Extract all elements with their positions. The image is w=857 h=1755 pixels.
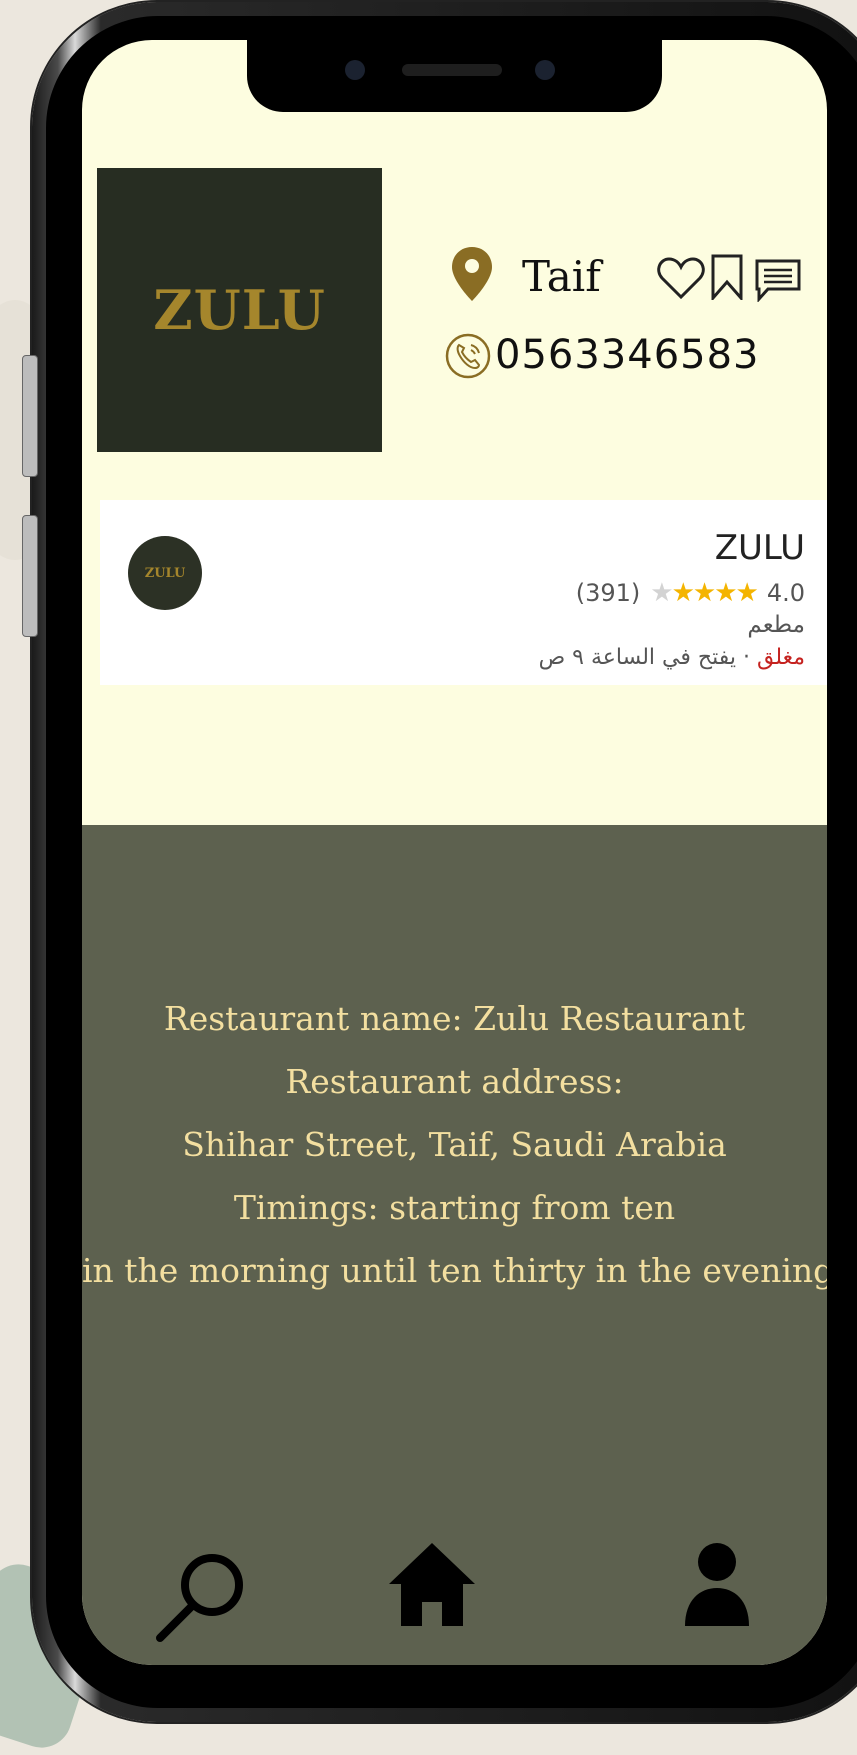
comment-icon[interactable] <box>754 258 802 302</box>
search-icon[interactable] <box>154 1545 254 1645</box>
place-name: ZULU <box>714 528 805 568</box>
side-button <box>22 515 38 637</box>
heart-icon[interactable] <box>656 256 706 300</box>
info-address-label: Restaurant address: <box>285 1062 624 1101</box>
speaker-grille <box>402 64 502 76</box>
info-text-block: Restaurant name: Zulu Restaurant Restaur… <box>82 987 827 1302</box>
home-icon[interactable] <box>387 1540 477 1630</box>
city-label: Taif <box>522 252 601 301</box>
star-empty-icon: ★ <box>650 578 673 608</box>
bookmark-icon[interactable] <box>710 254 744 300</box>
restaurant-info-panel: Restaurant name: Zulu Restaurant Restaur… <box>82 825 827 1665</box>
info-restaurant-name: Restaurant name: Zulu Restaurant <box>163 999 746 1038</box>
camera-dot <box>345 60 365 80</box>
profile-icon[interactable] <box>682 1540 752 1630</box>
restaurant-logo: ZULU <box>97 168 382 452</box>
location-pin-icon <box>452 247 492 301</box>
place-summary-card[interactable]: ZULU ZULU (391) ★★★★★ 4.0 مطعم مغلق · يف… <box>100 500 827 685</box>
rating-row: (391) ★★★★★ 4.0 <box>576 578 805 608</box>
sensor-dot <box>535 60 555 80</box>
logo-text: ZULU <box>153 278 326 342</box>
info-address-value: Shihar Street, Taif, Saudi Arabia <box>182 1125 727 1164</box>
app-screen: ZULU Taif 0563346583 ZULU ZULU (391) ★★★… <box>82 40 827 1665</box>
star-rating: ★★★★★ <box>650 578 759 608</box>
place-category: مطعم <box>747 612 805 638</box>
status-closed: مغلق <box>756 645 805 670</box>
phone-notch <box>247 40 662 112</box>
phone-call-icon[interactable] <box>444 332 492 380</box>
phone-number[interactable]: 0563346583 <box>495 332 760 378</box>
star-filled-icon: ★★★★ <box>671 578 759 608</box>
status-detail: · يفتح في الساعة ٩ ص <box>538 645 750 670</box>
info-timings-detail: in the morning until ten thirty in the e… <box>82 1251 827 1290</box>
info-timings: Timings: starting from ten <box>233 1188 676 1227</box>
review-count: (391) <box>575 579 641 607</box>
open-status: مغلق · يفتح في الساعة ٩ ص <box>539 645 805 670</box>
place-avatar: ZULU <box>128 536 202 610</box>
rating-value: 4.0 <box>766 579 805 607</box>
side-button <box>22 355 38 477</box>
avatar-text: ZULU <box>144 565 186 581</box>
